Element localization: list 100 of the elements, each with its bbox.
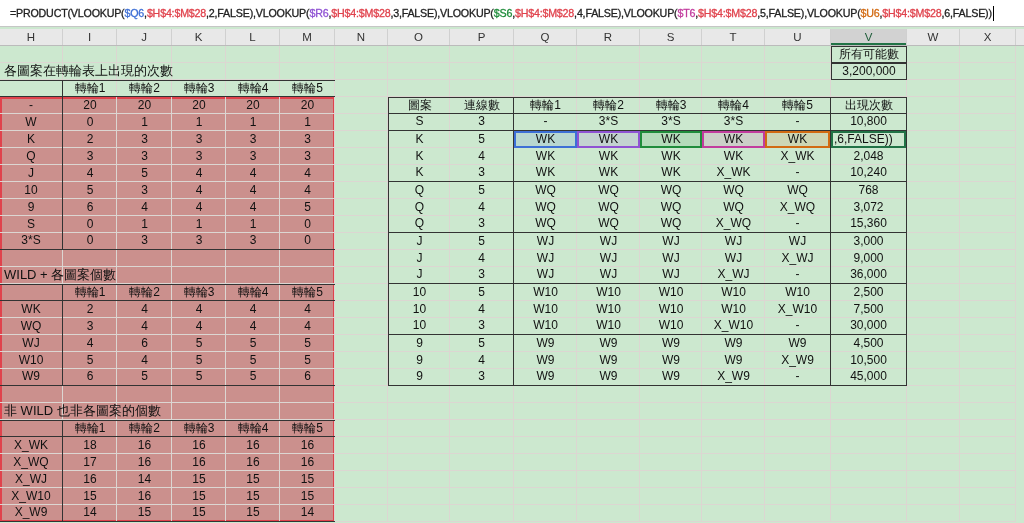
column-letter[interactable]: P — [450, 29, 514, 45]
table-cell-text: 16 — [245, 454, 261, 471]
table-cell: WJ — [577, 267, 640, 284]
table-cell-text: WK — [660, 148, 682, 165]
table-cell: 5 — [450, 284, 514, 301]
table-cell: S — [0, 216, 63, 233]
table-cell: 14 — [280, 505, 335, 522]
table-cell: WJ — [640, 267, 702, 284]
table-cell-text: W9 — [723, 335, 744, 352]
table-cell-text: W9 — [535, 335, 556, 352]
table-cell: K — [388, 131, 450, 148]
header-cell: 轉輪2 — [117, 420, 172, 437]
header-cell: 轉輪5 — [765, 97, 831, 114]
table-cell-text: W10 — [657, 284, 685, 301]
table-cell-text: W9 — [661, 352, 681, 369]
table-cell: 15 — [172, 505, 226, 522]
table-cell-text: 3 — [140, 148, 149, 165]
table-cell: J — [388, 267, 450, 284]
table-cell: X_WQ — [0, 454, 63, 471]
table-cell: W9 — [514, 369, 577, 386]
table-cell: 3,072 — [831, 199, 907, 216]
table-cell-text: 0 — [85, 216, 95, 233]
header-cell: 轉輪2 — [577, 97, 640, 114]
column-letter[interactable]: L — [226, 29, 280, 45]
table-title: 各圖案在轉輪表上出現的次數 — [4, 63, 173, 78]
column-letter[interactable]: I — [63, 29, 117, 45]
column-letter[interactable]: M — [280, 29, 335, 45]
header-cell: 轉輪1 — [63, 80, 117, 97]
header-cell: 轉輪3 — [172, 420, 226, 437]
table-title: WILD + 各圖案個數 — [4, 267, 117, 282]
table-cell-text: 5 — [85, 352, 95, 369]
table-cell-text: WJ — [723, 250, 744, 267]
column-letter[interactable]: Q — [514, 29, 577, 45]
table-cell-text: 4 — [140, 301, 149, 318]
table-cell: 9 — [388, 335, 450, 352]
table-cell-text: 5 — [303, 335, 312, 352]
table-cell: Q — [388, 182, 450, 199]
column-letter[interactable]: R — [577, 29, 640, 45]
table-cell-text: W10 — [532, 284, 559, 301]
table-cell: W10 — [765, 284, 831, 301]
header-cell: 轉輪5 — [280, 420, 335, 437]
header-cell: 轉輪4 — [226, 284, 280, 301]
header-cell — [0, 284, 63, 301]
table-cell: 5 — [226, 369, 280, 386]
table-cell-text: 18 — [82, 437, 98, 454]
table-cell-text: 6 — [85, 199, 95, 216]
column-letter[interactable]: X — [960, 29, 1016, 45]
table-cell: 30,000 — [831, 318, 907, 335]
column-letter[interactable]: K — [172, 29, 226, 45]
table-cell: 45,000 — [831, 369, 907, 386]
table-cell: 3 — [172, 233, 226, 250]
table-cell: K — [0, 131, 63, 148]
table-cell-text: 4 — [194, 301, 204, 318]
table-cell-text: 15 — [245, 488, 261, 505]
table-cell: Q — [388, 199, 450, 216]
cell-editor[interactable]: ,6,FALSE)) — [831, 131, 907, 148]
column-letter[interactable]: N — [335, 29, 388, 45]
table-cell-text: 0 — [85, 114, 95, 131]
table-cell: 3 — [117, 233, 172, 250]
table-cell: WK — [702, 131, 765, 148]
table-cell-text: 4 — [194, 165, 204, 182]
table-cell-text: 4 — [85, 165, 95, 182]
table-cell: X_WQ — [702, 216, 765, 233]
table-cell: 0 — [63, 233, 117, 250]
table-cell-text: WJ — [598, 233, 619, 250]
table-cell: 2,500 — [831, 284, 907, 301]
table-cell-text: 1 — [194, 114, 204, 131]
table-cell-text: 15 — [191, 471, 207, 488]
table-cell: 4 — [450, 352, 514, 369]
table-cell-text: 5 — [303, 352, 312, 369]
column-letter[interactable]: V — [831, 29, 907, 45]
table-cell: K — [388, 165, 450, 182]
column-letter[interactable]: W — [907, 29, 960, 45]
table-cell-text: 15 — [245, 471, 261, 488]
table-cell-text: 5 — [85, 182, 95, 199]
column-letter[interactable]: J — [117, 29, 172, 45]
table-cell-text: WK — [534, 148, 557, 165]
formula-field[interactable]: =PRODUCT(VLOOKUP($Q6,$H$4:$M$28,2,FALSE),VLOOKUP($R6,$H$4:$M$28,3,FALSE),VLOOKUP($S6,$H$4:$M$28,4,FALSE),VLOOKUP($T6,$H$4:$M$28,5,FALSE),VLOOKUP($U6,$H$4:$M$28,6,FALSE)) — [10, 5, 994, 21]
column-letter[interactable]: H — [0, 29, 63, 45]
table-cell: X_W10 — [702, 318, 765, 335]
table-cell: WQ — [0, 318, 63, 335]
column-letter[interactable]: O — [388, 29, 450, 45]
table-cell: WJ — [514, 267, 577, 284]
table-cell: Q — [388, 216, 450, 233]
table-cell: 3 — [450, 114, 514, 131]
table-cell-text: WJ — [535, 233, 556, 250]
table-cell-text: 5 — [194, 352, 204, 369]
table-cell: 4 — [450, 301, 514, 318]
table-cell: W9 — [765, 335, 831, 352]
table-cell-text: 16 — [245, 437, 261, 454]
table-cell: WK — [0, 301, 63, 318]
table-cell: 3 — [450, 369, 514, 386]
table-cell-text: W10 — [595, 284, 622, 301]
table-cell-text: WQ — [659, 182, 683, 199]
table-cell: WK — [514, 131, 577, 148]
column-letter[interactable]: T — [702, 29, 765, 45]
table-cell: W10 — [640, 318, 702, 335]
table-cell-text: W10 — [657, 301, 685, 318]
column-letter[interactable]: S — [640, 29, 702, 45]
table-cell: X_W9 — [702, 369, 765, 386]
